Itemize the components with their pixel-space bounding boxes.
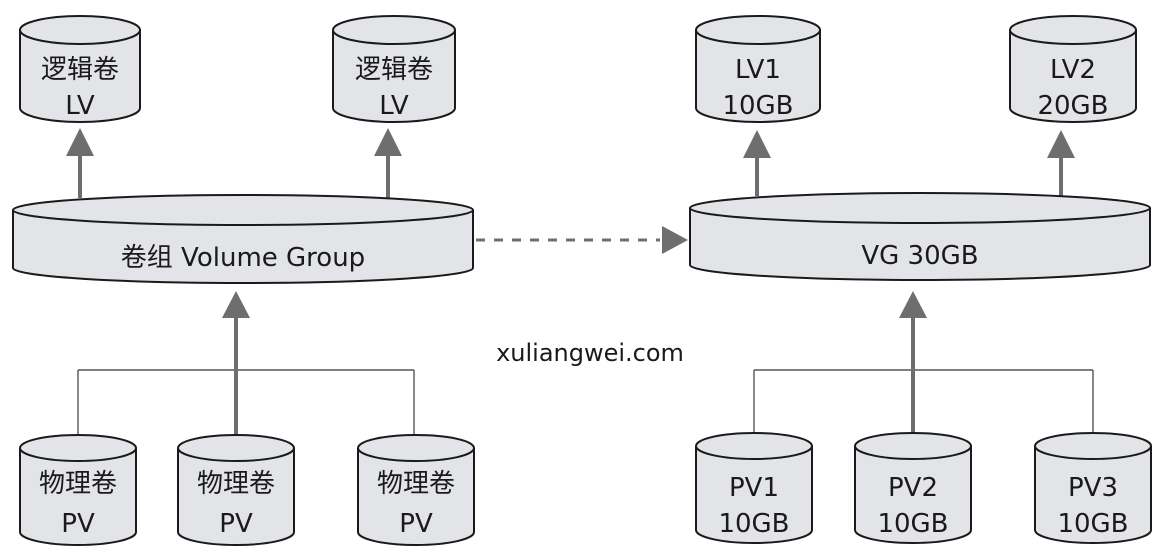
pv-label-right-2-line2: 10GB [877,509,949,539]
lv-label-right-2-line2: 20GB [1037,91,1109,121]
vg-label-right: VG 30GB [861,241,979,271]
dashed-arrow-vg-to-vg [476,226,688,254]
pv-label-left-1-line2: PV [61,509,95,539]
lv-label-right-1: LV1 10GB [696,52,820,124]
diagram-canvas [12,15,1152,546]
pv-label-left-2-line2: PV [219,509,253,539]
lv-label-left-2: 逻辑卷 LV [333,52,455,124]
pv-connector-right [753,291,1094,438]
arrow-vg-to-lv-left-2 [374,128,402,198]
pv-label-right-1: PV1 10GB [696,470,812,542]
lv-label-left-1: 逻辑卷 LV [20,52,140,124]
lv-label-left-2-line1: 逻辑卷 [354,55,433,85]
lv-label-right-2-line1: LV2 [1050,55,1096,85]
pv-label-left-3-line1: 物理卷 [376,469,455,499]
pv-label-right-3-line1: PV3 [1067,473,1118,503]
pv-label-left-3-line2: PV [399,509,433,539]
watermark-text: xuliangwei.com [496,339,684,367]
lv-label-right-1-line1: LV1 [735,55,781,85]
lvm-diagram: 逻辑卷 LV 逻辑卷 LV 卷组 Volume Group 物理卷 PV 物理卷… [0,0,1168,560]
arrow-vg-to-lv-left-1 [66,128,94,198]
lv-label-left-2-line2: LV [379,91,409,121]
pv-label-right-1-line2: 10GB [718,509,790,539]
pv-label-left-2: 物理卷 PV [178,466,294,542]
pv-connector-left [77,291,415,438]
vg-label-left: 卷组 Volume Group [120,243,366,273]
pv-label-right-3: PV3 10GB [1035,470,1151,542]
arrow-vg-to-lv-right-2 [1047,130,1075,196]
pv-label-right-1-line1: PV1 [728,473,779,503]
arrow-vg-to-lv-right-1 [743,130,771,196]
lv-label-right-2: LV2 20GB [1010,52,1136,124]
pv-label-left-3: 物理卷 PV [358,466,474,542]
lv-label-left-1-line2: LV [65,91,95,121]
pv-label-right-3-line2: 10GB [1057,509,1129,539]
pv-label-right-2-line1: PV2 [887,473,938,503]
pv-label-left-1-line1: 物理卷 [38,469,117,499]
pv-label-right-2: PV2 10GB [855,470,971,542]
pv-label-left-2-line1: 物理卷 [196,469,275,499]
pv-label-left-1: 物理卷 PV [20,466,136,542]
lv-label-right-1-line2: 10GB [722,91,794,121]
lv-label-left-1-line1: 逻辑卷 [40,55,119,85]
